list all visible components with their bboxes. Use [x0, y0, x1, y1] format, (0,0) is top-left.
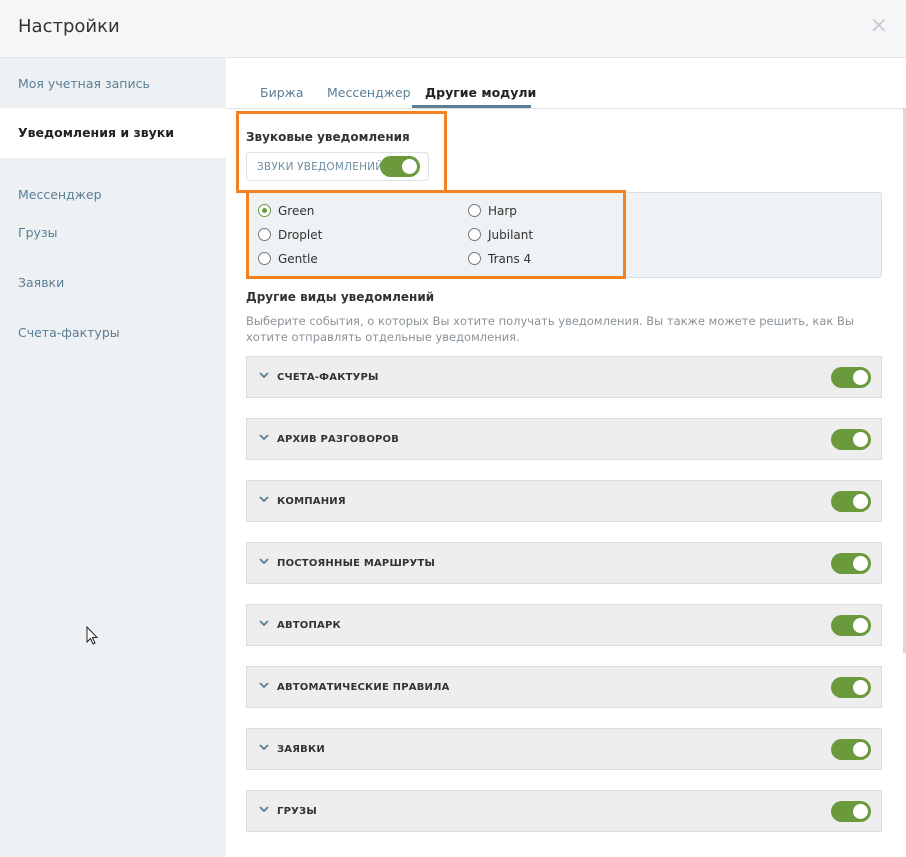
settings-sidebar: Моя учетная запись Уведомления и звуки М… [0, 58, 226, 857]
toggle-knob [853, 432, 868, 447]
notification-toggle[interactable] [831, 553, 871, 574]
sidebar-item-messenger[interactable]: Мессенджер [0, 175, 226, 215]
toggle-knob [853, 680, 868, 695]
chevron-down-icon [259, 558, 269, 565]
notification-row[interactable]: ЗАЯВКИ [246, 728, 882, 770]
notification-toggle[interactable] [831, 615, 871, 636]
sidebar-item-orders[interactable]: Заявки [0, 263, 226, 303]
chevron-down-icon [259, 496, 269, 503]
sidebar-item-cargo[interactable]: Грузы [0, 213, 226, 253]
notification-row-label: АВТОПАРК [277, 620, 341, 631]
chevron-down-icon [259, 434, 269, 441]
tab-messenger[interactable]: Мессенджер [327, 85, 411, 100]
notification-toggle[interactable] [831, 429, 871, 450]
active-tab-indicator [412, 105, 531, 108]
chevron-down-icon [259, 682, 269, 689]
notification-toggle[interactable] [831, 367, 871, 388]
sidebar-item-notifications[interactable]: Уведомления и звуки [0, 108, 226, 158]
tab-exchange[interactable]: Биржа [260, 85, 304, 100]
toggle-knob [853, 804, 868, 819]
toggle-knob [853, 742, 868, 757]
mouse-cursor-icon [86, 626, 99, 645]
dialog-title: Настройки [18, 16, 120, 37]
notification-row[interactable]: АВТОПАРК [246, 604, 882, 646]
close-icon[interactable]: × [870, 14, 888, 38]
other-section-description: Выберите события, о которых Вы хотите по… [246, 314, 854, 344]
notification-row-label: ЗАЯВКИ [277, 744, 325, 755]
chevron-down-icon [259, 744, 269, 751]
notification-row[interactable]: СЧЕТА-ФАКТУРЫ [246, 356, 882, 398]
toggle-knob [853, 618, 868, 633]
notification-toggle[interactable] [831, 739, 871, 760]
chevron-down-icon [259, 372, 269, 379]
highlight-box [236, 111, 447, 193]
notification-row[interactable]: АВТОМАТИЧЕСКИЕ ПРАВИЛА [246, 666, 882, 708]
notification-row-label: ПОСТОЯННЫЕ МАРШРУТЫ [277, 558, 436, 569]
chevron-down-icon [259, 806, 269, 813]
sidebar-item-account[interactable]: Моя учетная запись [0, 64, 226, 104]
notification-row[interactable]: ГРУЗЫ [246, 790, 882, 832]
notification-row-label: АВТОМАТИЧЕСКИЕ ПРАВИЛА [277, 682, 450, 693]
notification-toggle[interactable] [831, 801, 871, 822]
sidebar-item-invoices[interactable]: Счета-фактуры [0, 313, 226, 353]
notification-row[interactable]: АРХИВ РАЗГОВОРОВ [246, 418, 882, 460]
notification-toggle[interactable] [831, 677, 871, 698]
notification-toggle[interactable] [831, 491, 871, 512]
toggle-knob [853, 370, 868, 385]
notification-row[interactable]: ПОСТОЯННЫЕ МАРШРУТЫ [246, 542, 882, 584]
chevron-down-icon [259, 620, 269, 627]
notification-row-label: СЧЕТА-ФАКТУРЫ [277, 372, 379, 383]
other-section-title: Другие виды уведомлений [246, 290, 435, 304]
dialog-header: Настройки × [0, 0, 906, 58]
highlight-box [246, 190, 626, 279]
toggle-knob [853, 556, 868, 571]
notification-row-label: КОМПАНИЯ [277, 496, 346, 507]
notification-row[interactable]: КОМПАНИЯ [246, 480, 882, 522]
tab-bar: Биржа Мессенджер Другие модули [226, 58, 906, 109]
notification-row-label: ГРУЗЫ [277, 806, 317, 817]
tab-other-modules[interactable]: Другие модули [425, 85, 536, 100]
notification-row-label: АРХИВ РАЗГОВОРОВ [277, 434, 400, 445]
toggle-knob [853, 494, 868, 509]
